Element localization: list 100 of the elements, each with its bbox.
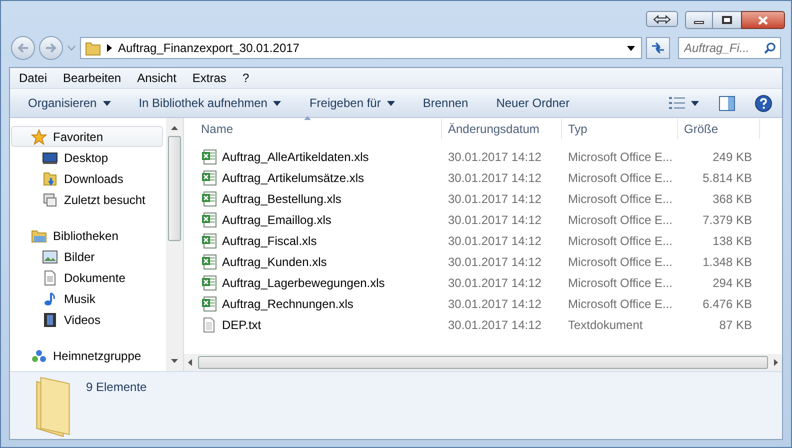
sidebar-item[interactable]: Bibliotheken	[11, 225, 163, 246]
spreadsheet-icon	[201, 170, 217, 186]
file-size: 249 KB	[712, 150, 752, 164]
file-date: 30.01.2017 14:12	[448, 170, 542, 184]
music-note-icon	[42, 290, 58, 306]
maximize-button[interactable]	[713, 11, 741, 29]
file-type: Textdokument	[568, 318, 643, 332]
horizontal-scrollbar[interactable]	[184, 354, 782, 371]
address-path: Auftrag_Finanzexport_30.01.2017	[118, 40, 300, 57]
file-type: Microsoft Office E...	[568, 254, 672, 268]
file-name[interactable]: Auftrag_Emaillog.xls	[184, 210, 442, 228]
column-header[interactable]: Größe	[678, 119, 760, 139]
spreadsheet-icon	[201, 212, 217, 228]
preview-pane-icon[interactable]	[719, 96, 735, 110]
snap-button[interactable]	[646, 11, 678, 27]
folder-icon	[36, 377, 70, 437]
toolbar-button[interactable]: Brennen	[412, 91, 478, 115]
view-list-icon[interactable]	[669, 97, 685, 109]
menu-item[interactable]: Extras	[192, 69, 226, 87]
file-date: 30.01.2017 14:12	[448, 276, 542, 290]
sidebar-item[interactable]: Videos	[11, 309, 163, 330]
file-date: 30.01.2017 14:12	[448, 296, 542, 310]
file-name[interactable]: Auftrag_Fiscal.xls	[184, 232, 442, 250]
back-arrow-icon	[17, 43, 29, 53]
spreadsheet-icon	[201, 190, 217, 206]
refresh-arrows-icon	[650, 42, 666, 54]
minimize-button[interactable]	[685, 11, 713, 29]
close-button[interactable]	[741, 11, 785, 29]
file-date: 30.01.2017 14:12	[448, 254, 542, 268]
menu-item[interactable]: ?	[242, 69, 250, 87]
resize-arrows-icon	[653, 14, 671, 24]
file-date: 30.01.2017 14:12	[448, 212, 542, 226]
menu-item[interactable]: Bearbeiten	[63, 69, 122, 87]
toolbar-button[interactable]: Organisieren	[18, 91, 121, 115]
search-icon	[764, 42, 776, 54]
sort-arrow-icon	[304, 116, 311, 120]
file-size: 294 KB	[712, 276, 752, 290]
column-header[interactable]: Änderungsdatum	[442, 119, 562, 139]
spreadsheet-icon	[201, 148, 217, 164]
file-type: Microsoft Office E...	[568, 234, 672, 248]
toolbar-button[interactable]: In Bibliothek aufnehmen	[128, 91, 292, 115]
picture-icon	[42, 248, 58, 264]
file-date: 30.01.2017 14:12	[448, 150, 542, 164]
column-header[interactable]: Name	[184, 119, 442, 139]
file-size: 6.476 KB	[702, 296, 752, 310]
file-type: Microsoft Office E...	[568, 150, 672, 164]
file-name[interactable]: Auftrag_AlleArtikeldaten.xls	[184, 148, 442, 166]
monitor-icon	[42, 150, 58, 166]
dropdown-arrow-icon[interactable]	[627, 46, 635, 50]
file-type: Microsoft Office E...	[568, 276, 672, 290]
file-type: Microsoft Office E...	[568, 192, 672, 206]
scroll-left-arrow-icon[interactable]	[188, 359, 192, 366]
file-name[interactable]: Auftrag_Bestellung.xls	[184, 190, 442, 208]
menu-item[interactable]: Datei	[19, 69, 48, 87]
file-type: Microsoft Office E...	[568, 296, 672, 310]
column-header[interactable]: Typ	[562, 119, 678, 139]
vertical-scrollbar[interactable]	[166, 118, 183, 371]
folder-arrow-icon	[42, 170, 58, 186]
dropdown-arrow-icon[interactable]	[691, 100, 699, 106]
address-bar[interactable]: Auftrag_Finanzexport_30.01.2017	[80, 37, 642, 59]
spreadsheet-icon	[201, 274, 217, 290]
file-name[interactable]: Auftrag_Artikelumsätze.xls	[184, 168, 442, 186]
text-file-icon	[201, 316, 217, 332]
scroll-up-arrow-icon[interactable]	[171, 126, 178, 130]
file-size: 1.348 KB	[702, 254, 752, 268]
toolbar-button[interactable]: Freigeben für	[299, 91, 405, 115]
file-size: 5.814 KB	[702, 170, 752, 184]
scroll-right-arrow-icon[interactable]	[774, 359, 778, 366]
help-icon[interactable]	[755, 94, 772, 112]
sidebar-item[interactable]: Desktop	[11, 147, 163, 168]
breadcrumb-arrow-icon	[107, 44, 112, 52]
file-date: 30.01.2017 14:12	[448, 192, 542, 206]
network-icon	[31, 348, 47, 364]
refresh-button[interactable]	[646, 37, 670, 59]
sidebar-item[interactable]: Musik	[11, 288, 163, 309]
sidebar-item[interactable]: Downloads	[11, 168, 163, 189]
file-name[interactable]: DEP.txt	[184, 316, 442, 334]
spreadsheet-icon	[201, 296, 217, 312]
film-icon	[42, 312, 58, 328]
menu-item[interactable]: Ansicht	[137, 69, 176, 87]
sidebar-item[interactable]: Dokumente	[11, 267, 163, 288]
file-name[interactable]: Auftrag_Rechnungen.xls	[184, 294, 442, 312]
sidebar-item[interactable]: Bilder	[11, 246, 163, 267]
sidebar-item[interactable]: Favoriten	[11, 126, 163, 147]
sidebar-item[interactable]: Zuletzt besucht	[11, 189, 163, 210]
file-name[interactable]: Auftrag_Kunden.xls	[184, 252, 442, 270]
file-date: 30.01.2017 14:12	[448, 234, 542, 248]
star-icon	[31, 128, 47, 144]
file-size: 138 KB	[712, 234, 752, 248]
sidebar-item[interactable]: Heimnetzgruppe	[11, 345, 163, 366]
scroll-down-arrow-icon[interactable]	[171, 359, 178, 363]
toolbar-button[interactable]: Neuer Ordner	[486, 91, 580, 115]
file-name[interactable]: Auftrag_Lagerbewegungen.xls	[184, 274, 442, 292]
document-icon	[42, 270, 58, 286]
library-folder-icon	[31, 228, 47, 244]
file-type: Microsoft Office E...	[568, 170, 672, 184]
file-size: 7.379 KB	[702, 212, 752, 226]
windows-icon	[42, 192, 58, 208]
close-icon	[758, 16, 768, 24]
spreadsheet-icon	[201, 254, 217, 270]
